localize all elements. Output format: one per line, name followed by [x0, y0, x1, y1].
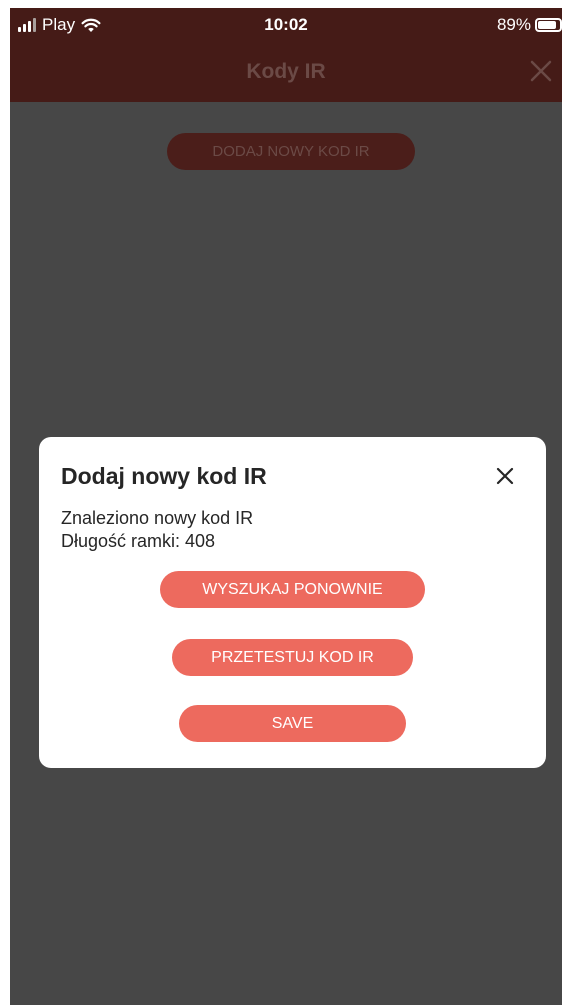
close-icon[interactable] — [528, 58, 554, 84]
frame-length-text: Długość ramki: 408 — [61, 531, 216, 551]
close-icon[interactable] — [494, 465, 516, 487]
found-code-text: Znaleziono nowy kod IR — [61, 508, 254, 528]
battery-icon — [535, 18, 562, 32]
navigation-bar: Kody IR — [10, 42, 562, 102]
status-time: 10:02 — [264, 15, 308, 34]
battery-fill — [538, 21, 557, 29]
battery-percent: 89% — [496, 15, 531, 34]
dialog-message: Znaleziono nowy kod IR Długość ramki: 40… — [61, 507, 253, 553]
status-right: 89% — [497, 15, 562, 35]
dimmed-content: DODAJ NOWY KOD IR Dodaj nowy kod IR Znal… — [10, 102, 562, 1005]
app-screen: Play 10:02 89% Kody IR DODAJ NOWY KOD IR… — [10, 8, 562, 1005]
status-bar: Play 10:02 89% — [10, 8, 562, 42]
search-again-button[interactable]: WYSZUKAJ PONOWNIE — [160, 571, 425, 608]
dialog-title: Dodaj nowy kod IR — [61, 463, 267, 489]
add-new-ir-code-button[interactable]: DODAJ NOWY KOD IR — [167, 133, 415, 170]
save-button[interactable]: SAVE — [179, 705, 406, 742]
add-ir-code-dialog: Dodaj nowy kod IR Znaleziono nowy kod IR… — [39, 437, 546, 768]
test-ir-code-button[interactable]: PRZETESTUJ KOD IR — [172, 639, 413, 676]
page-title: Kody IR — [246, 60, 326, 83]
